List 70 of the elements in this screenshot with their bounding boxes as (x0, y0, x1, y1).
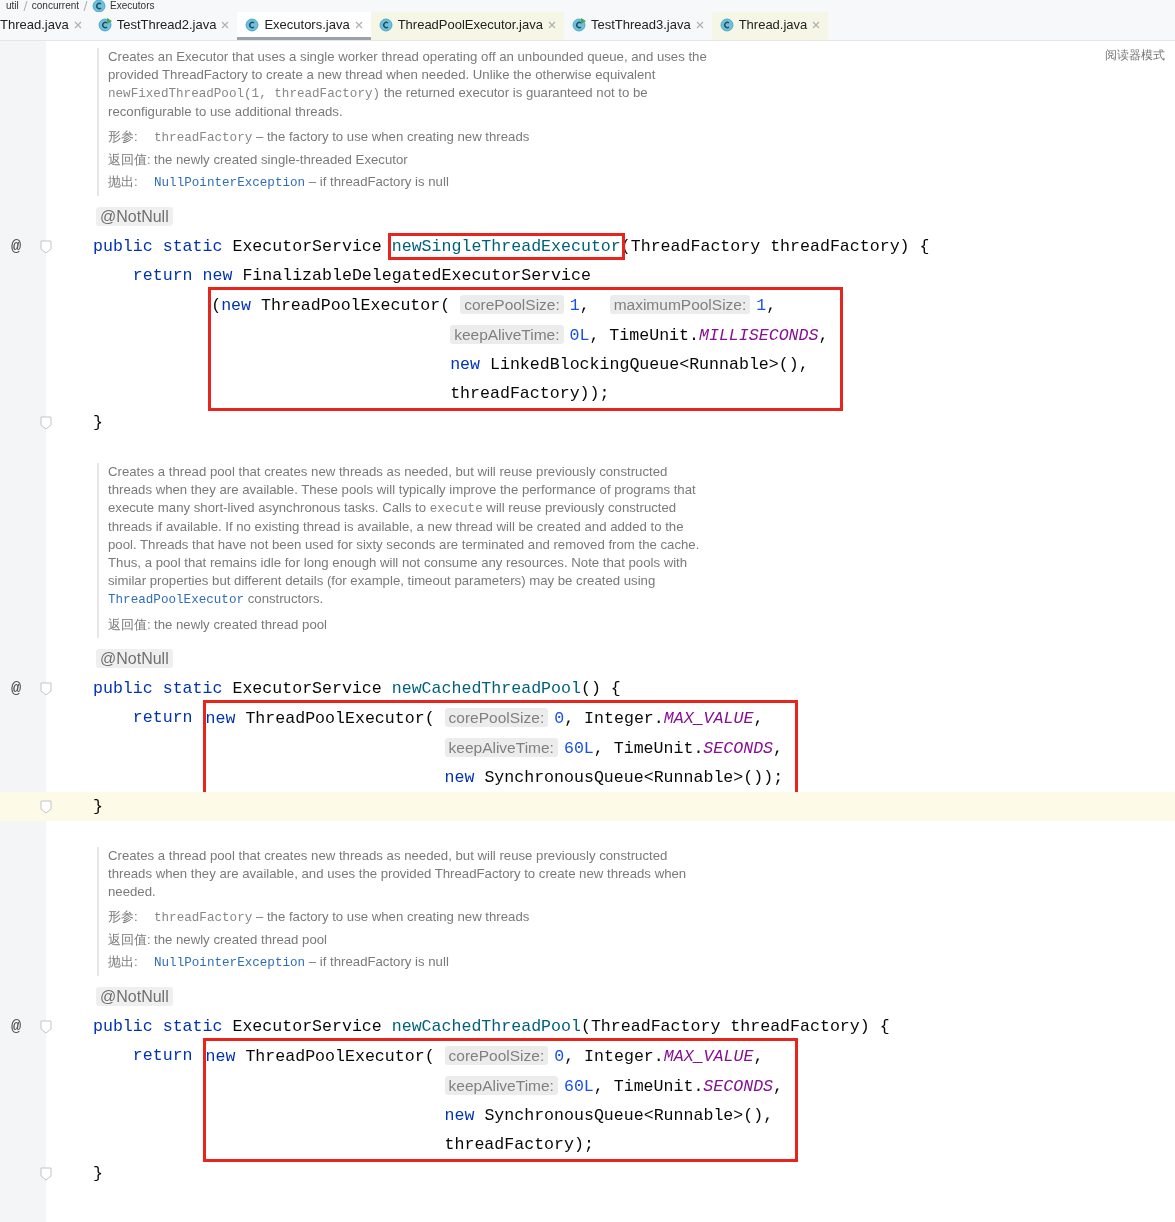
code-line: return (131, 1045, 194, 1067)
code-line: new LinkedBlockingQueue<Runnable>(), (449, 354, 810, 376)
fold-icon[interactable] (40, 681, 52, 696)
code-line: } (93, 1163, 103, 1185)
fold-icon[interactable] (40, 1019, 52, 1034)
tag-label: 形参: (108, 128, 139, 146)
code-line: threadFactory); (443, 1134, 595, 1156)
close-icon[interactable] (812, 20, 821, 29)
code-line: (new ThreadPoolExecutor( corePoolSize: 1, maximumPoolSize: 1, (211, 294, 778, 317)
code-line: new ThreadPoolExecutor( corePoolSize: 0, Integer.MAX_VALUE, (205, 707, 765, 730)
code-line: public static ExecutorService newSingleThreadExecutor(ThreadFactory threadFactory) { (93, 232, 930, 261)
class-icon (245, 17, 260, 32)
runnable-class-icon (571, 17, 586, 32)
tag-label: 抛出: (108, 953, 139, 971)
fold-icon[interactable] (40, 239, 52, 254)
code-line: return new FinalizableDelegatedExecutorService (131, 265, 591, 287)
tag-label: 返回值: (108, 616, 152, 634)
override-marker[interactable]: @ (11, 674, 22, 703)
reader-mode-link[interactable]: 阅读器模式 (1105, 47, 1165, 64)
close-icon[interactable] (73, 20, 82, 29)
close-icon[interactable] (221, 20, 230, 29)
close-icon[interactable] (695, 20, 704, 29)
tag-text: threadFactory – the factory to use when creating new threads (154, 908, 530, 927)
code-line: new SynchronousQueue<Runnable>(), (443, 1105, 775, 1127)
code-line: keepAliveTime: 60L, TimeUnit.SECONDS, (205, 1071, 784, 1101)
tag-text: the newly created thread pool (154, 616, 327, 634)
editor-tab[interactable]: Thread.java (711, 12, 829, 40)
code-line: keepAliveTime: 0L, TimeUnit.MILLISECONDS, (211, 320, 829, 350)
tag-text: threadFactory – the factory to use when creating new threads (154, 128, 530, 147)
tag-text: NullPointerException – if threadFactory is null (154, 173, 449, 192)
code-line: threadFactory)); (449, 383, 611, 405)
code-line: public static ExecutorService newCachedThreadPool() { (93, 678, 621, 700)
breadcrumb-item[interactable]: concurrent (31, 0, 80, 12)
breadcrumb-item[interactable]: Executors (110, 0, 155, 12)
separator-icon (22, 1, 28, 11)
fold-icon[interactable] (40, 1166, 52, 1181)
close-icon[interactable] (547, 20, 556, 29)
override-marker[interactable]: @ (11, 1012, 22, 1041)
separator-icon (83, 1, 89, 11)
runnable-class-icon (97, 17, 112, 32)
code-line: public static ExecutorService newCachedThreadPool(ThreadFactory threadFactory) { (93, 1016, 890, 1038)
tag-label: 形参: (108, 908, 139, 926)
code-line: new SynchronousQueue<Runnable>()); (443, 767, 784, 789)
doc-link[interactable]: ThreadPoolExecutor (108, 593, 245, 607)
fold-icon[interactable] (40, 799, 52, 814)
code-line: } (93, 796, 103, 818)
code-line: keepAliveTime: 60L, TimeUnit.SECONDS, (205, 733, 784, 763)
class-icon (719, 17, 734, 32)
close-icon[interactable] (354, 20, 363, 29)
tag-label: 返回值: (108, 931, 152, 949)
editor-tab[interactable]: Executors.java (237, 12, 371, 40)
doc-paragraph: Creates an Executor that uses a single worker thread operating off an unbounded queue, and uses the provided ThreadFactory to create a new thread when needed. Unlike the otherwise equivalent newFixedThreadPool(1, threadFactory) the returned executor is guaranteed not to be reconfigurable to use additional threads. (108, 48, 708, 121)
class-icon (378, 17, 393, 32)
editor-tab[interactable]: ThreadPoolExecutor.java (370, 12, 564, 40)
doc-paragraph: Creates a thread pool that creates new threads as needed, but will reuse previously constructed threads when they are available, and uses the provided ThreadFactory to create new threads when needed. (108, 847, 688, 901)
tag-label: 返回值: (108, 151, 152, 169)
breadcrumb-item[interactable]: util (6, 0, 19, 12)
tag-text: the newly created thread pool (154, 931, 327, 949)
override-marker[interactable]: @ (11, 232, 22, 261)
tag-text: NullPointerException – if threadFactory is null (154, 953, 449, 972)
doc-paragraph: Creates a thread pool that creates new threads as needed, but will reuse previously constructed threads when they are available. These pools will typically improve the performance of programs that execute many short-lived asynchronous tasks. Calls to execute will reuse previously constructed threads if available. If no existing thread is available, a new thread will be created and added to the pool. Threads that have not been used for sixty seconds are terminated and removed from the cache. Thus, a pool that remains idle for long enough will not consume any resources. Note that pools with similar properties but different details (for example, timeout parameters) may be created using ThreadPoolExecutor constructors. (108, 463, 701, 609)
tag-label: 抛出: (108, 173, 139, 191)
code-line: new ThreadPoolExecutor( corePoolSize: 0, Integer.MAX_VALUE, (205, 1045, 765, 1068)
fold-icon[interactable] (40, 415, 52, 430)
tag-text: the newly created single-threaded Executor (154, 151, 408, 169)
doc-link[interactable]: NullPointerException (154, 956, 306, 970)
code-line: } (93, 412, 103, 434)
class-icon (92, 0, 107, 13)
doc-link[interactable]: NullPointerException (154, 176, 306, 190)
code-line: return (131, 707, 194, 729)
